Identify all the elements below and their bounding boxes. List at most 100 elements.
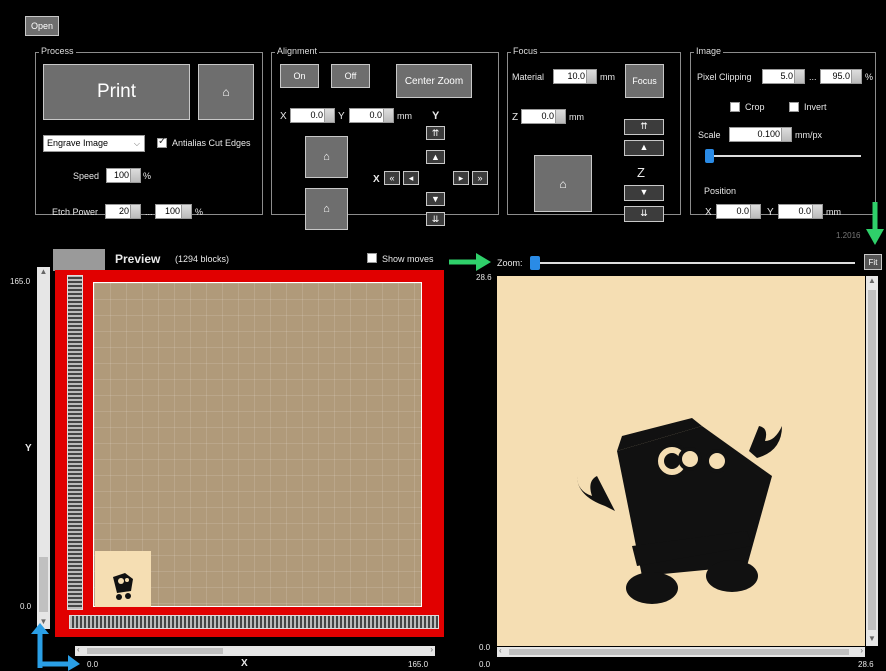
scroll-down-arrow[interactable]: ▼ — [866, 634, 878, 646]
jog-y-up-fast[interactable]: ⇈ — [426, 126, 445, 140]
speed-input[interactable]: 100 — [106, 168, 141, 183]
scrollbar-thumb[interactable] — [868, 290, 876, 630]
align-x-input[interactable]: 0.0 — [290, 108, 335, 123]
etch-max-input[interactable]: 100 — [155, 204, 192, 219]
scale-slider-thumb[interactable] — [705, 149, 714, 163]
crop-checkbox[interactable] — [730, 102, 740, 112]
green-annotation-arrow — [449, 253, 491, 271]
preview-y-min: 0.0 — [20, 602, 32, 611]
show-moves-label: Show moves — [382, 254, 434, 264]
preview-vertical-scrollbar[interactable]: ▲ ▼ — [37, 267, 50, 629]
scroll-left-arrow[interactable]: ‹ — [499, 646, 502, 655]
focus-home-button[interactable]: ⌂ — [534, 155, 592, 212]
z-input[interactable]: 0.0 — [521, 109, 566, 124]
focus-button[interactable]: Focus — [625, 64, 664, 98]
engrave-mode-select[interactable]: Engrave Image ⌵ — [43, 135, 145, 152]
clip-separator: ... — [809, 72, 817, 82]
antialias-checkbox[interactable] — [157, 136, 167, 148]
scale-input[interactable]: 0.100 — [729, 127, 792, 142]
open-button[interactable]: Open — [25, 16, 59, 36]
pos-x-label: X — [705, 207, 712, 218]
etch-unit: % — [195, 207, 204, 217]
scroll-right-arrow[interactable]: › — [430, 645, 433, 654]
y-jog-axis-label: Y — [432, 110, 440, 122]
align-unit: mm — [397, 111, 412, 121]
jog-z-down-fast[interactable]: ⇊ — [624, 206, 664, 222]
pos-unit: mm — [826, 207, 841, 217]
zoom-label: Zoom: — [497, 258, 523, 268]
scale-unit: mm/px — [795, 130, 822, 140]
show-moves-checkbox[interactable] — [367, 253, 377, 263]
zoom-slider-thumb[interactable] — [530, 256, 540, 270]
center-zoom-button[interactable]: Center Zoom — [396, 64, 472, 98]
print-button[interactable]: Print — [43, 64, 190, 120]
go-origin-button[interactable]: ⌂ — [305, 188, 348, 230]
scroll-up-arrow[interactable]: ▲ — [37, 267, 50, 279]
set-origin-button[interactable]: ⌂ — [305, 136, 348, 178]
focus-title: Focus — [511, 46, 540, 56]
home-button[interactable]: ⌂ — [198, 64, 254, 120]
invert-checkbox[interactable] — [789, 102, 799, 112]
preview-y-axis: Y — [25, 443, 32, 454]
zoom-x-min: 0.0 — [479, 660, 491, 669]
blue-annotation-arrow — [31, 623, 80, 671]
zoom-vertical-scrollbar[interactable]: ▲ ▼ — [866, 276, 878, 646]
gantry-rail-horizontal — [69, 615, 439, 629]
preview-horizontal-scrollbar[interactable]: ‹ › — [75, 645, 435, 656]
material-input[interactable]: 10.0 — [553, 69, 597, 84]
preview-x-min: 0.0 — [87, 660, 99, 669]
jog-z-up-fast[interactable]: ⇈ — [624, 119, 664, 135]
jog-z-up[interactable]: ▲ — [624, 140, 664, 156]
z-unit: mm — [569, 112, 584, 122]
scale-label: Scale — [698, 130, 721, 140]
alignment-off-button[interactable]: Off — [331, 64, 370, 88]
zoom-x-max: 28.6 — [858, 660, 874, 669]
pos-y-input[interactable]: 0.0 — [778, 204, 823, 219]
align-x-label: X — [280, 111, 287, 122]
material-label: Material — [512, 72, 545, 82]
jog-x-left-fast[interactable]: « — [384, 171, 400, 185]
engrave-thumbnail — [95, 551, 151, 607]
pos-y-label: Y — [767, 207, 774, 218]
pos-x-input[interactable]: 0.0 — [716, 204, 761, 219]
robot-image — [577, 418, 782, 604]
scale-slider[interactable] — [705, 149, 861, 163]
jog-x-right-fast[interactable]: » — [472, 171, 488, 185]
alignment-on-button[interactable]: On — [280, 64, 319, 88]
pixel-clipping-label: Pixel Clipping — [697, 72, 752, 82]
antialias-label: Antialias Cut Edges — [172, 138, 251, 148]
scroll-up-arrow[interactable]: ▲ — [866, 276, 878, 288]
scrollbar-thumb[interactable] — [509, 649, 849, 655]
jog-x-left[interactable]: ◂ — [403, 171, 419, 185]
clip-min-input[interactable]: 5.0 — [762, 69, 805, 84]
process-title: Process — [39, 46, 76, 56]
invert-label: Invert — [804, 102, 827, 112]
etch-min-input[interactable]: 20 — [105, 204, 141, 219]
zoom-canvas[interactable] — [497, 276, 865, 646]
jog-y-up[interactable]: ▲ — [426, 150, 445, 164]
engrave-mode-value: Engrave Image — [47, 138, 109, 148]
alignment-title: Alignment — [275, 46, 320, 56]
material-unit: mm — [600, 72, 615, 82]
zoom-slider[interactable] — [530, 256, 855, 270]
etch-power-label: Etch Power — [52, 207, 99, 217]
jog-z-down[interactable]: ▼ — [624, 185, 664, 201]
laser-bed — [55, 270, 444, 637]
scrollbar-thumb[interactable] — [87, 648, 223, 654]
home-icon: ⌂ — [323, 203, 330, 215]
preview-blocks-count: (1294 blocks) — [175, 254, 230, 264]
crop-label: Crop — [745, 102, 765, 112]
zoom-horizontal-scrollbar[interactable]: ‹ › — [497, 646, 865, 657]
jog-x-right[interactable]: ▸ — [453, 171, 469, 185]
zoom-y-max: 28.6 — [476, 273, 492, 282]
align-y-input[interactable]: 0.0 — [349, 108, 394, 123]
clip-max-input[interactable]: 95.0 — [820, 69, 862, 84]
jog-y-down[interactable]: ▼ — [426, 192, 445, 206]
scroll-right-arrow[interactable]: › — [860, 646, 863, 655]
scrollbar-thumb[interactable] — [39, 557, 48, 612]
home-icon: ⌂ — [222, 85, 230, 99]
scale-slider-track — [705, 155, 861, 157]
fit-button[interactable]: Fit — [864, 254, 882, 270]
preview-tab-handle[interactable] — [53, 249, 105, 271]
jog-y-down-fast[interactable]: ⇊ — [426, 212, 445, 226]
